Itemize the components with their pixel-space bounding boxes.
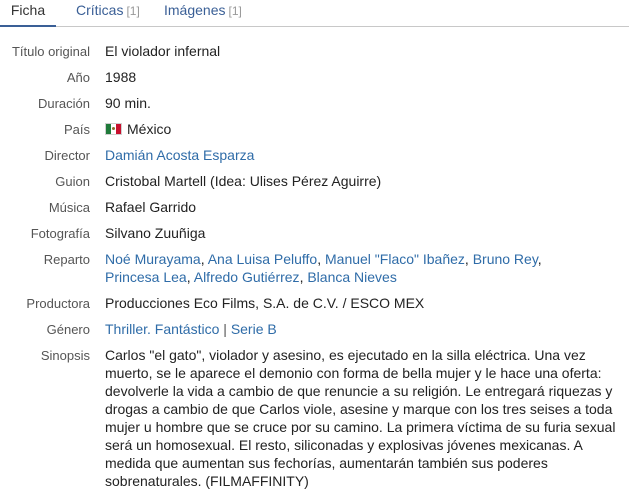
field-label: Fotografía <box>30 226 90 241</box>
cast-value: Noé Murayama, Ana Luisa Peluffo, Manuel … <box>105 251 542 285</box>
tab-criticas-label: Críticas <box>76 2 124 18</box>
tab-imagenes-label: Imágenes <box>164 2 226 18</box>
genre-value: Thriller. Fantástico | Serie B <box>105 320 627 338</box>
field-label: País <box>63 122 90 137</box>
cast-link[interactable]: Bruno Rey <box>473 251 538 267</box>
cast-link[interactable]: Manuel "Flaco" Ibañez <box>325 251 465 267</box>
tab-ficha-label: Ficha <box>10 2 46 18</box>
tab-ficha[interactable]: Ficha <box>0 0 56 27</box>
cast-link[interactable]: Alfredo Gutiérrez <box>194 269 300 285</box>
field-label: Director <box>44 148 90 163</box>
cast-link[interactable]: Princesa Lea <box>105 269 187 285</box>
synopsis-text: Carlos "el gato", violador y asesino, es… <box>105 347 616 489</box>
field-label: Sinopsis <box>40 348 90 363</box>
field-label: Duración <box>37 96 90 111</box>
field-label: Año <box>66 70 90 85</box>
tab-criticas-count: [1] <box>126 4 140 18</box>
country-value: México <box>105 120 627 138</box>
cast-link[interactable]: Ana Luisa Peluffo <box>208 251 318 267</box>
tab-imagenes[interactable]: Imágenes [1] <box>164 0 242 25</box>
field-label: Música <box>48 200 90 215</box>
director-link[interactable]: Damián Acosta Esparza <box>105 147 254 163</box>
director-value: Damián Acosta Esparza <box>105 146 627 164</box>
genre-link[interactable]: Thriller. <box>105 321 151 337</box>
field-label: Productora <box>26 296 90 311</box>
screenplay-value: Cristobal Martell (Idea: Ulises Pérez Ag… <box>105 173 382 189</box>
duration-value: 90 min. <box>105 95 151 111</box>
field-label: Género <box>46 322 90 337</box>
production-company-value: Producciones Eco Films, S.A. de C.V. / E… <box>105 295 425 311</box>
tab-imagenes-count: [1] <box>228 4 242 18</box>
field-label: Guion <box>55 174 90 189</box>
cast-link[interactable]: Blanca Nieves <box>307 269 397 285</box>
year-value: 1988 <box>105 69 137 85</box>
photography-value: Silvano Zuuñiga <box>105 225 206 241</box>
cast-link[interactable]: Noé Murayama <box>105 251 201 267</box>
genre-link[interactable]: Serie B <box>231 321 277 337</box>
genre-separator: | <box>223 321 227 337</box>
genre-link[interactable]: Fantástico <box>155 321 220 337</box>
mexico-flag-icon <box>105 123 122 135</box>
original-title-value: El violador infernal <box>105 43 221 59</box>
field-label: Reparto <box>43 252 90 267</box>
tab-criticas[interactable]: Críticas [1] <box>76 0 140 25</box>
music-value: Rafael Garrido <box>105 199 197 215</box>
tab-bar: Ficha Críticas [1] Imágenes [1] <box>0 0 629 27</box>
country-name: México <box>127 121 172 137</box>
field-label: Título original <box>11 44 90 59</box>
